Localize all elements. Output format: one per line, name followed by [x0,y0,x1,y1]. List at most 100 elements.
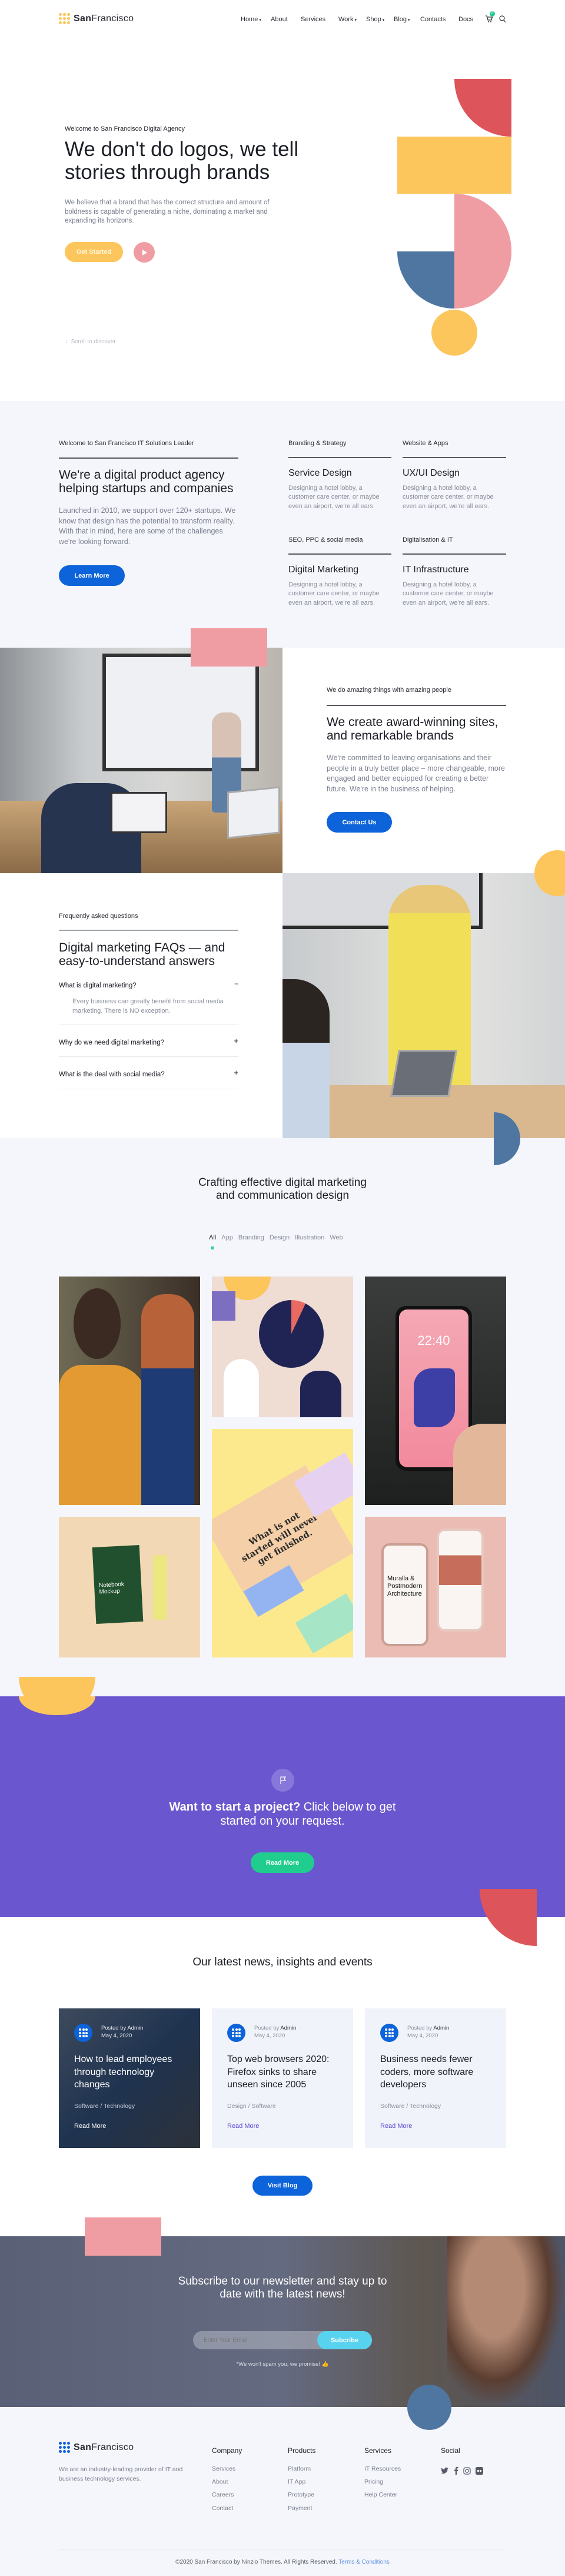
email-input[interactable] [204,2331,315,2349]
read-more-link[interactable]: Read More [380,2123,412,2130]
service-desc: Designing a hotel lobby, a customer care… [403,484,494,510]
filter-illustration[interactable]: Illustration [295,1234,324,1241]
figure [300,1371,341,1417]
contact-us-button[interactable]: Contact Us [327,812,392,833]
meeting-photo [0,648,282,873]
portfolio-item-illustration-print[interactable]: What is not started will never get finis… [212,1429,353,1657]
footer-link[interactable]: Services [212,2465,235,2472]
footer-link[interactable]: Prototype [288,2491,314,2498]
nav-work[interactable]: Work ▾ [338,16,357,23]
nav-shop[interactable]: Shop ▾ [366,16,384,23]
logo-icon [59,2442,70,2453]
cta-title: Want to start a project? Click below to … [153,1800,412,1828]
footer-logo[interactable]: SanFrancisco [59,2442,134,2453]
instagram-icon[interactable] [463,2466,471,2475]
logo-text-a: San [74,13,92,24]
scroll-to-discover[interactable]: ↓ Scroll to discover [65,339,116,345]
portfolio-item-phone[interactable]: 22:40 [365,1277,506,1505]
divider [288,553,391,555]
person-face [74,1288,121,1359]
faq-item[interactable]: Why do we need digital marketing? + [59,1036,238,1047]
portfolio-item-portrait[interactable] [59,1277,200,1505]
divider [403,457,506,458]
read-more-button[interactable]: Read More [251,1852,314,1873]
footer-link[interactable]: Contact [212,2505,233,2512]
faq-item[interactable]: What is the deal with social media? + [59,1068,238,1079]
learn-more-button[interactable]: Learn More [59,565,125,586]
portfolio-item-notebook[interactable]: Notebook Mockup [59,1517,200,1657]
divider [403,553,506,555]
service-item: Branding & Strategy Service Design Desig… [288,440,391,511]
filter-all[interactable]: All [209,1234,216,1241]
figure [224,1359,259,1417]
search-icon[interactable] [499,15,506,26]
terms-link[interactable]: Terms & Conditions [338,2559,390,2565]
plus-icon[interactable]: + [234,1036,238,1045]
flickr-icon[interactable] [476,2466,483,2475]
footer-link[interactable]: Help Center [364,2491,397,2498]
play-video-button[interactable] [134,242,155,263]
news-card[interactable]: Posted by Admin May 4, 2020 Top web brows… [212,2008,353,2148]
chevron-down-icon: ▾ [259,18,261,22]
filter-app[interactable]: App [221,1234,233,1241]
footer-link[interactable]: Platform [288,2465,311,2472]
post-category: Design / Software [227,2103,276,2110]
laptop [390,1050,458,1097]
visit-blog-button[interactable]: Visit Blog [252,2176,313,2196]
footer-link[interactable]: Careers [212,2491,234,2498]
filter-design[interactable]: Design [270,1234,290,1241]
read-more-link[interactable]: Read More [227,2123,259,2130]
portfolio-item-architecture[interactable]: Muralla & Postmodern Architecture [365,1517,506,1657]
logo-icon [59,13,70,24]
nav-docs[interactable]: Docs [458,16,473,23]
footer-link[interactable]: IT App [288,2478,305,2485]
news-card[interactable]: Posted by Admin May 4, 2020 Business need… [365,2008,506,2148]
nav-label: Home [241,16,258,23]
post-title[interactable]: Top web browsers 2020: Firefox sinks to … [227,2053,345,2091]
read-more-link[interactable]: Read More [74,2123,106,2130]
nav-about[interactable]: About [271,16,288,23]
nav-home[interactable]: Home ▾ [241,16,261,23]
footer [0,2407,565,2576]
person-seated [282,979,330,1138]
faq-question: What is the deal with social media? [59,1071,165,1078]
footer-link[interactable]: Payment [288,2505,312,2512]
notebook: Notebook Mockup [92,1544,144,1624]
cta-title-bold: Want to start a project? [169,1801,301,1814]
newsletter-section [0,2236,565,2407]
filter-branding[interactable]: Branding [238,1234,264,1241]
architecture-text: Muralla & Postmodern Architecture [387,1575,423,1597]
faq-item-expanded[interactable]: What is digital marketing? − Every busin… [59,980,238,1016]
post-meta: Posted by Admin May 4, 2020 [254,2025,297,2039]
footer-link[interactable]: About [212,2478,228,2485]
pink-rect-shape [85,2217,161,2256]
nav-services[interactable]: Services [301,16,325,23]
logo[interactable]: SanFrancisco [59,13,134,24]
nav-blog[interactable]: Blog ▾ [394,16,410,23]
post-meta: Posted by Admin May 4, 2020 [407,2025,450,2039]
footer-link[interactable]: Pricing [364,2478,383,2485]
get-started-button[interactable]: Get Started [65,242,123,262]
service-item: Website & Apps UX/UI Design Designing a … [403,440,506,511]
facebook-icon[interactable] [454,2466,458,2475]
person-redhead [141,1294,194,1505]
nav-contacts[interactable]: Contacts [420,16,446,23]
filter-web[interactable]: Web [330,1234,343,1241]
divider [59,930,238,931]
newsletter-note: *We won't spam you, we promise! 👍 [236,2361,329,2368]
service-label: Branding & Strategy [288,440,347,447]
person-bearded-photo [447,2236,565,2407]
news-card[interactable]: Posted by Admin May 4, 2020 How to lead e… [59,2008,200,2148]
post-category: Software / Technology [74,2103,135,2110]
minus-icon[interactable]: − [234,980,238,988]
twitter-icon[interactable] [441,2467,449,2474]
post-title[interactable]: How to lead employees through technology… [74,2053,192,2091]
footer-link[interactable]: IT Resources [364,2465,401,2472]
author-avatar [380,2024,398,2042]
subscribe-button[interactable]: Subcribe [317,2331,372,2349]
cart-icon[interactable]: 0 [485,11,495,23]
footer-desc: We are an industry-leading provider of I… [59,2466,183,2482]
plus-icon[interactable]: + [234,1068,238,1077]
post-title[interactable]: Business needs fewer coders, more softwa… [380,2053,498,2091]
portfolio-item-illustration[interactable] [212,1277,353,1417]
